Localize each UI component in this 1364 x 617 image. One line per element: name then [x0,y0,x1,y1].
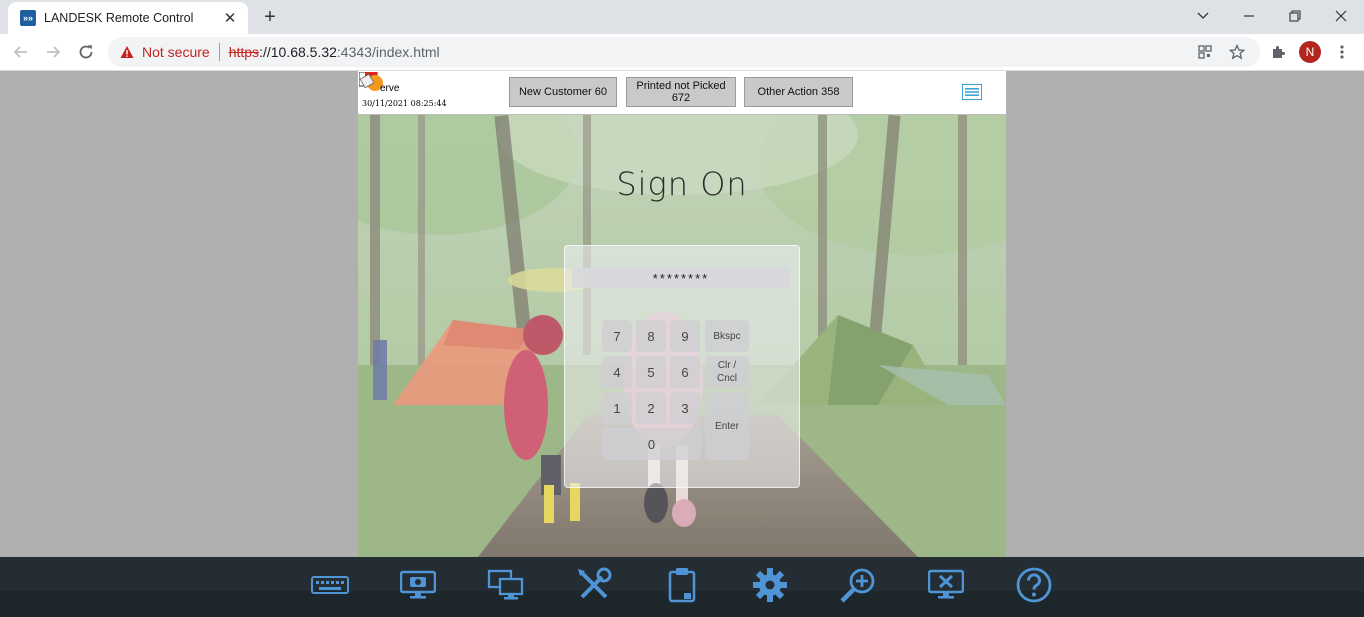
forward-arrow-icon[interactable] [40,39,66,65]
key-9[interactable]: 9 [670,320,700,352]
header-datetime: 30/11/2021 08:25:44 [362,99,447,108]
extensions-puzzle-icon[interactable] [1268,42,1288,62]
url-path: :4343/index.html [336,44,440,60]
remote-screen[interactable]: erve 30/11/2021 08:25:44 New Customer 60… [358,71,1006,557]
key-2[interactable]: 2 [636,392,666,424]
background-photo: Sign On ******** 7 8 9 Bkspc 4 5 6 Clr /… [358,115,1006,557]
other-action-button[interactable]: Other Action 358 [744,77,853,107]
settings-gear-icon[interactable] [750,565,790,605]
key-4[interactable]: 4 [602,356,632,388]
zoom-in-icon[interactable] [838,565,878,605]
key-8[interactable]: 8 [636,320,666,352]
key-3[interactable]: 3 [670,392,700,424]
tab-strip: »» LANDESK Remote Control ✕ + [0,0,1364,34]
reload-icon[interactable] [73,39,99,65]
omnibox-divider [218,43,220,61]
keyboard-icon[interactable] [310,565,350,605]
pin-input[interactable]: ******** [572,268,790,288]
key-5[interactable]: 5 [636,356,666,388]
help-icon[interactable] [1014,565,1054,605]
browser-menu-icon[interactable] [1332,42,1352,62]
url-text[interactable]: https://10.68.5.32:4343/index.html [229,44,440,60]
enter-key[interactable]: Enter [705,392,749,460]
warning-triangle-icon[interactable] [120,45,134,59]
close-window-icon[interactable] [1326,4,1356,28]
hamburger-menu-icon[interactable] [962,84,982,100]
clear-cancel-key[interactable]: Clr / Cncl [705,356,749,388]
tools-icon[interactable] [574,565,614,605]
not-secure-label[interactable]: Not secure [142,44,210,60]
new-customer-button[interactable]: New Customer 60 [509,77,617,107]
browser-tab[interactable]: »» LANDESK Remote Control ✕ [8,2,248,34]
multi-monitor-icon[interactable] [486,565,526,605]
backspace-key[interactable]: Bkspc [705,320,749,352]
disconnect-icon[interactable] [926,565,966,605]
key-6[interactable]: 6 [670,356,700,388]
address-bar[interactable]: Not secure https://10.68.5.32:4343/index… [108,37,1260,67]
tab-close-icon[interactable]: ✕ [222,10,238,27]
url-host: ://10.68.5.32 [259,44,337,60]
clipboard-icon[interactable] [662,565,702,605]
keypad-panel: ******** 7 8 9 Bkspc 4 5 6 Clr / Cncl 1 … [564,245,800,488]
back-arrow-icon[interactable] [8,39,34,65]
restore-icon[interactable] [1280,4,1310,28]
sign-on-title: Sign On [616,165,748,203]
landesk-favicon-icon: »» [20,10,36,26]
key-1[interactable]: 1 [602,392,632,424]
app-header: erve 30/11/2021 08:25:44 New Customer 60… [358,71,1006,115]
key-7[interactable]: 7 [602,320,632,352]
new-tab-icon[interactable]: + [260,6,280,28]
browser-toolbar: Not secure https://10.68.5.32:4343/index… [0,34,1364,71]
minimize-icon[interactable] [1234,4,1264,28]
printed-not-picked-button[interactable]: Printed not Picked 672 [626,77,736,107]
url-scheme: https [228,44,260,60]
app-name: erve [380,83,400,94]
profile-avatar[interactable]: N [1299,41,1321,63]
key-0[interactable]: 0 [602,428,701,460]
qr-code-icon[interactable] [1197,44,1213,60]
tab-title: LANDESK Remote Control [44,11,194,25]
tab-search-icon[interactable] [1188,4,1218,28]
bookmark-star-icon[interactable] [1229,44,1245,60]
remote-control-toolbar [0,557,1364,617]
screenshot-icon[interactable] [398,565,438,605]
